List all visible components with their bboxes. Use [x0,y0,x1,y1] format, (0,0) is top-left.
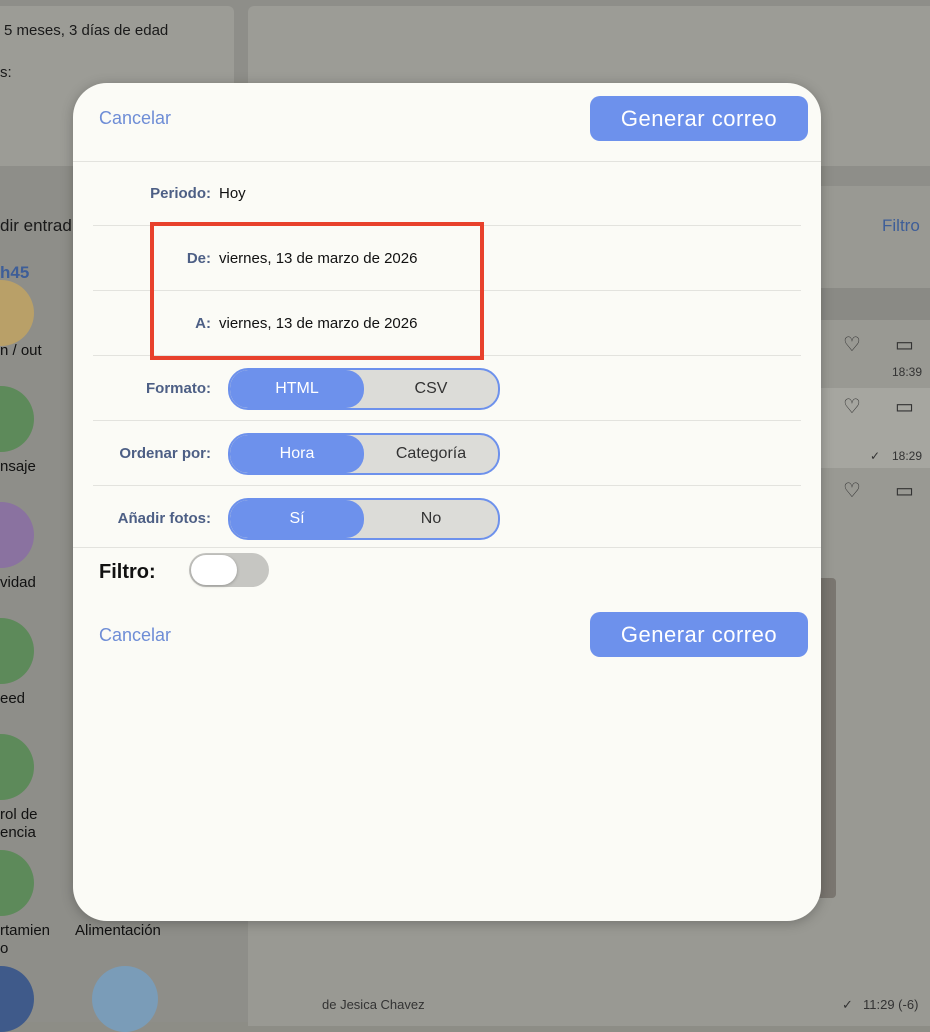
filter-label: Filtro: [99,561,156,583]
period-value[interactable]: Hoy [219,161,246,225]
feed-icon[interactable] [0,618,34,684]
alimentacion-label: Alimentación [75,922,161,939]
heart-icon[interactable]: ♡ [843,394,861,419]
format-option-csv[interactable]: CSV [364,370,498,408]
generate-email-button[interactable]: Generar correo [590,96,808,141]
format-segmented-control[interactable]: HTML CSV [228,368,500,410]
checkin-label: n / out [0,342,42,359]
activity-icon[interactable] [0,502,34,568]
cancel-button-bottom[interactable]: Cancelar [99,625,171,646]
heart-icon[interactable]: ♡ [843,332,861,357]
message-icon[interactable] [0,386,34,452]
behavior-label: rtamien o [0,922,51,957]
format-option-html[interactable]: HTML [230,370,364,408]
check-icon: ✓ [870,449,881,463]
order-label: Ordenar por: [119,444,211,462]
home-icon[interactable] [0,280,34,346]
order-row: Ordenar por: Hora Categoría [93,421,801,486]
period-label: Periodo: [150,184,211,202]
photos-row: Añadir fotos: Sí No [93,486,801,550]
generate-email-button-bottom[interactable]: Generar correo [590,612,808,657]
child-age: 5 meses, 3 días de edad [4,22,169,39]
divider [73,547,821,548]
activity-label: vidad [0,574,36,591]
heart-icon[interactable]: ♡ [843,478,861,503]
behavior-icon[interactable] [0,850,34,916]
footer-time: 11:29 (-6) [863,997,919,1012]
email-report-dialog: Cancelar Generar correo Periodo: Hoy De:… [73,83,821,921]
filter-toggle[interactable] [189,553,269,587]
comment-icon[interactable]: ▭ [895,332,914,357]
cancel-button[interactable]: Cancelar [99,108,171,129]
photos-option-no[interactable]: No [364,500,498,538]
feed-time: 18:29 [892,449,923,463]
date-range-highlight [150,222,484,360]
check-icon: ✓ [842,997,853,1012]
toggle-knob [191,555,237,585]
attendance-icon[interactable] [0,734,34,800]
add-entry-label[interactable]: dir entrad [0,216,72,236]
attendance-label: rol de encia [0,806,38,841]
comment-icon[interactable]: ▭ [895,478,914,503]
format-label: Formato: [146,379,211,397]
photos-segmented-control[interactable]: Sí No [228,498,500,540]
photos-label: Añadir fotos: [117,509,211,527]
order-option-time[interactable]: Hora [230,435,364,473]
author-text: de Jesica Chavez [322,997,425,1012]
period-row[interactable]: Periodo: Hoy [93,161,801,226]
order-segmented-control[interactable]: Hora Categoría [228,433,500,475]
format-row: Formato: HTML CSV [93,356,801,421]
order-option-category[interactable]: Categoría [364,435,498,473]
nap-icon[interactable] [0,966,34,1032]
child-field-label: s: [0,64,12,81]
filter-link[interactable]: Filtro [882,216,920,236]
message-label: nsaje [0,458,36,475]
feed-time: 18:39 [892,365,923,379]
photos-option-yes[interactable]: Sí [230,500,364,538]
diaper-icon[interactable] [92,966,158,1032]
dialog-header: Cancelar Generar correo [73,83,821,162]
feed-label: eed [0,690,26,707]
comment-icon[interactable]: ▭ [895,394,914,419]
